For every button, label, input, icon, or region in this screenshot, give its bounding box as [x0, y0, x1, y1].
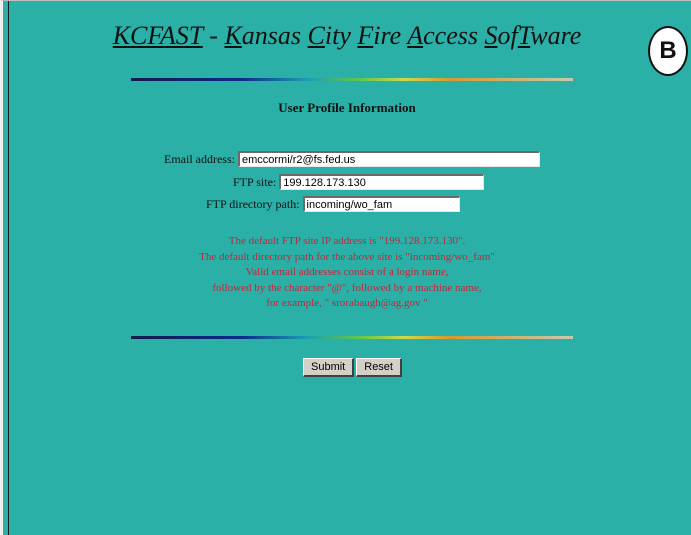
email-label: Email address:: [164, 151, 235, 166]
ftp-directory-row: FTP directory path:: [206, 196, 460, 213]
section-badge: B: [648, 26, 688, 76]
ftp-site-row: FTP site:: [233, 174, 485, 191]
info-text: The default FTP site IP address is "199.…: [3, 234, 691, 312]
email-row: Email address:: [164, 151, 540, 168]
form-buttons: Submit Reset: [303, 357, 404, 377]
info-line: The default FTP site IP address is "199.…: [228, 235, 466, 247]
title-part: KCFAST: [112, 21, 203, 50]
title-part: ccess: [423, 21, 485, 50]
ftp-site-label: FTP site:: [233, 174, 277, 189]
submit-button[interactable]: Submit: [303, 358, 355, 377]
title-part: ware: [530, 21, 582, 50]
ftp-site-field[interactable]: [279, 174, 485, 191]
title-part: F: [357, 21, 374, 50]
title-part: ansas: [241, 21, 308, 50]
title-part: ire: [373, 21, 408, 50]
divider-top: [131, 78, 573, 81]
info-line: followed by the character "@", followed …: [212, 281, 482, 294]
divider-bottom: [131, 336, 573, 339]
reset-button[interactable]: Reset: [356, 358, 402, 377]
page-title: KCFAST - Kansas City Fire Access SofTwar…: [3, 21, 691, 51]
form-heading: User Profile Information: [278, 100, 416, 115]
title-part: of: [497, 21, 518, 50]
title-part: C: [307, 21, 325, 50]
ftp-directory-field[interactable]: [302, 196, 460, 213]
info-line: Valid email addresses consist of a login…: [245, 266, 449, 278]
title-part: K: [224, 21, 242, 50]
title-part: -: [202, 21, 225, 50]
page-frame: KCFAST - Kansas City Fire Access SofTwar…: [0, 0, 691, 535]
info-line: The default directory path for the above…: [199, 250, 495, 263]
ftp-directory-label: FTP directory path:: [206, 196, 300, 211]
email-field[interactable]: [237, 151, 540, 168]
title-part: S: [484, 21, 498, 50]
title-part: T: [517, 21, 531, 50]
title-part: A: [407, 21, 424, 50]
info-line: for example, " srorabaugh@ag.gov ": [266, 297, 428, 309]
title-part: ity: [324, 21, 358, 50]
